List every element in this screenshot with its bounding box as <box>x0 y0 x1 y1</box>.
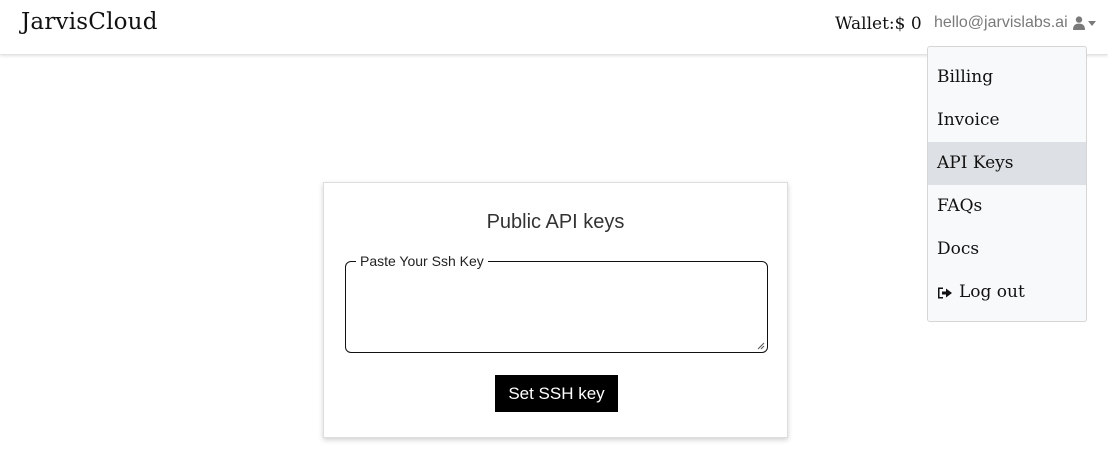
menu-item-label: Invoice <box>937 110 1000 130</box>
ssh-key-fieldset: Paste Your Ssh Key <box>345 253 768 355</box>
chevron-down-icon <box>1087 20 1096 26</box>
menu-item-billing[interactable]: Billing <box>928 56 1086 99</box>
menu-item-label: Log out <box>959 282 1025 302</box>
user-email: hello@jarvislabs.ai <box>934 14 1068 31</box>
user-dropdown-menu: Billing Invoice API Keys FAQs Docs Log o… <box>927 46 1087 322</box>
resize-grip-icon[interactable] <box>757 342 765 350</box>
wallet-balance: Wallet:$ 0 <box>835 14 922 34</box>
sign-out-icon <box>938 287 952 298</box>
menu-item-label: API Keys <box>937 153 1014 173</box>
brand-logo[interactable]: JarvisCloud <box>21 9 158 35</box>
menu-item-docs[interactable]: Docs <box>928 228 1086 271</box>
card-title: Public API keys <box>486 211 625 233</box>
api-keys-card: Public API keys Paste Your Ssh Key Set S… <box>323 182 788 438</box>
menu-item-label: Billing <box>937 67 994 87</box>
ssh-key-label: Paste Your Ssh Key <box>360 253 484 269</box>
user-menu-toggle[interactable]: hello@jarvislabs.ai <box>934 14 1096 32</box>
menu-item-invoice[interactable]: Invoice <box>928 99 1086 142</box>
set-ssh-key-button[interactable]: Set SSH key <box>495 375 618 412</box>
menu-item-logout[interactable]: Log out <box>928 271 1086 314</box>
menu-item-faqs[interactable]: FAQs <box>928 185 1086 228</box>
menu-item-label: Docs <box>937 239 980 259</box>
ssh-key-input[interactable] <box>352 283 761 355</box>
menu-item-label: FAQs <box>937 196 983 216</box>
user-icon <box>1072 16 1085 30</box>
menu-item-api-keys[interactable]: API Keys <box>928 142 1086 185</box>
